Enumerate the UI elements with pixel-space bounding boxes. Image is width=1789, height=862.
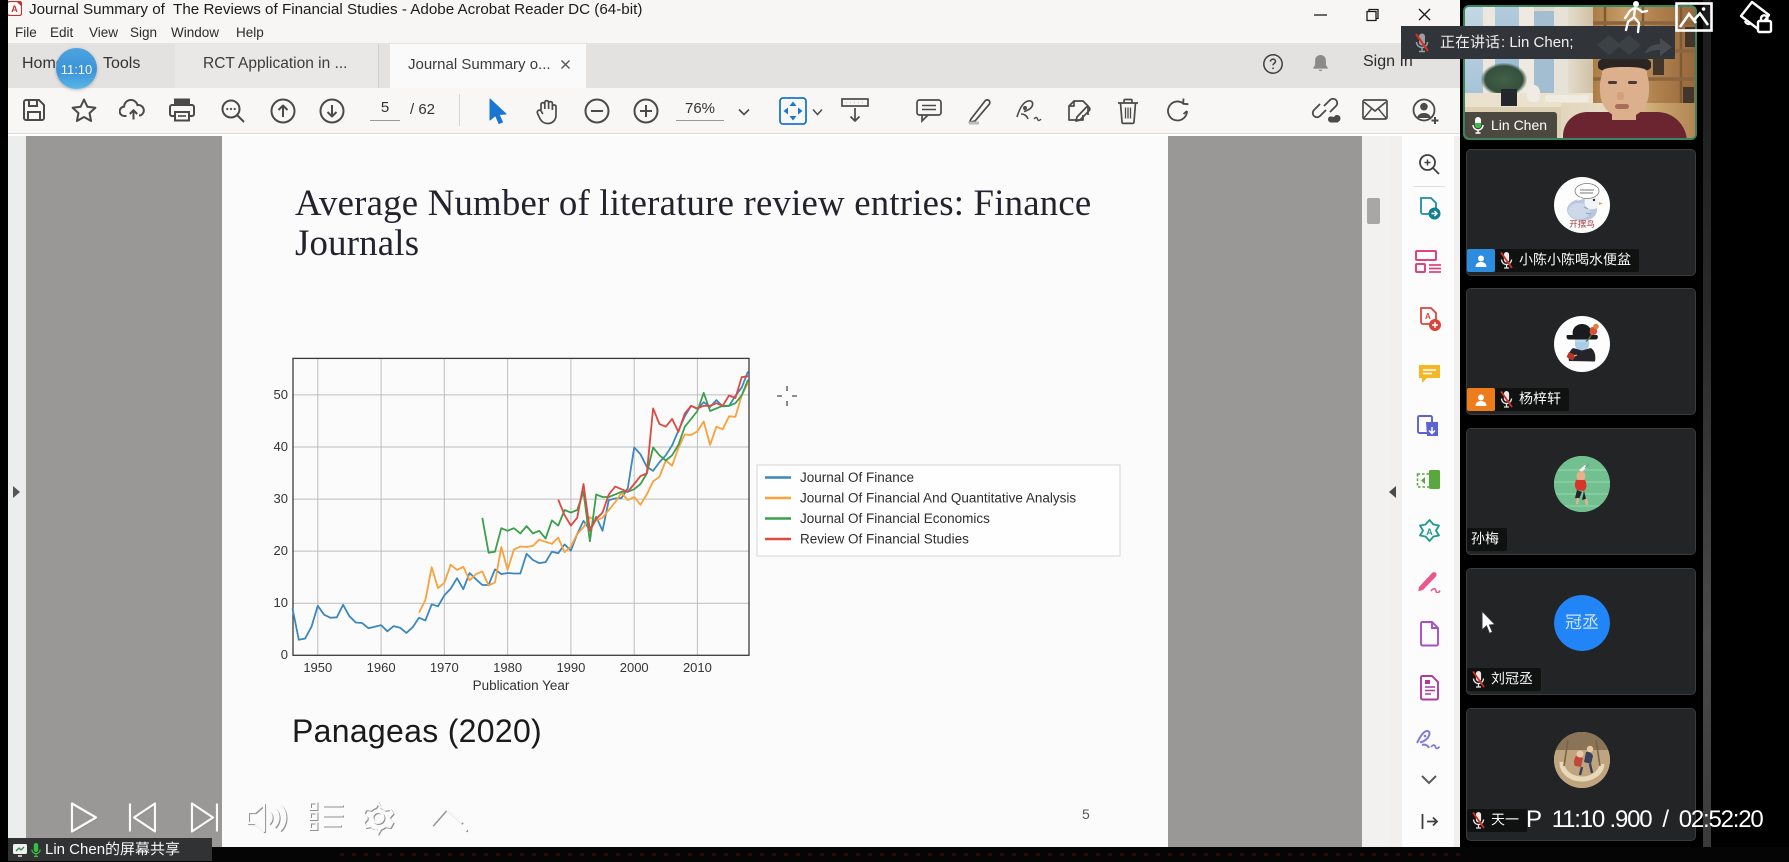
svg-text:50: 50 (274, 387, 288, 402)
svg-text:2000: 2000 (620, 660, 649, 675)
svg-text:A: A (11, 4, 18, 14)
svg-text:1980: 1980 (493, 660, 522, 675)
svg-text:Review Of Financial Studies: Review Of Financial Studies (800, 532, 969, 547)
svg-text:30: 30 (274, 491, 288, 506)
svg-text:0: 0 (281, 647, 288, 662)
svg-text:1960: 1960 (367, 660, 396, 675)
svg-text:2010: 2010 (683, 660, 712, 675)
svg-text:40: 40 (274, 439, 288, 454)
svg-text:1950: 1950 (303, 660, 332, 675)
svg-text:A: A (1426, 527, 1433, 537)
svg-text:A: A (1425, 312, 1431, 321)
svg-text:Journal Of Financial Economics: Journal Of Financial Economics (800, 511, 990, 526)
svg-text:Journal Of Financial And Quant: Journal Of Financial And Quantitative An… (800, 491, 1076, 506)
svg-text:10: 10 (274, 595, 288, 610)
svg-text:1990: 1990 (556, 660, 585, 675)
svg-text:Journal Of Finance: Journal Of Finance (800, 470, 914, 485)
svg-text:20: 20 (274, 543, 288, 558)
svg-text:1970: 1970 (430, 660, 459, 675)
svg-text:Publication Year: Publication Year (473, 678, 570, 693)
